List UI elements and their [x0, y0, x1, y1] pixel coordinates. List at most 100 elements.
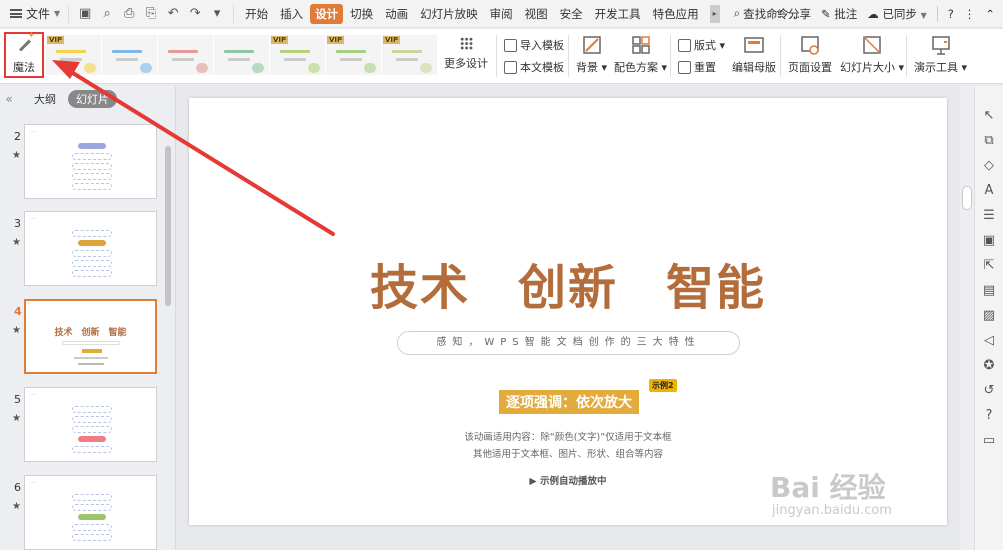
collapse-ribbon-icon[interactable]: ⌃ — [985, 7, 995, 21]
slide-thumbnail-2[interactable]: 2 ★ ··· — [0, 124, 160, 200]
redo-icon[interactable]: ↷ — [187, 6, 203, 22]
slide-panel-header: « 大纲 幻灯片 — [0, 86, 175, 112]
collapse-panel-icon[interactable]: « — [0, 92, 18, 106]
scrollbar-thumb[interactable] — [962, 186, 972, 210]
divider — [936, 6, 938, 22]
color-scheme-button[interactable]: 配色方案 ▾ — [614, 34, 667, 75]
template-thumbnail[interactable] — [158, 35, 214, 75]
magic-button[interactable]: 魔法 — [4, 31, 44, 78]
text-style-icon[interactable]: A — [981, 183, 997, 199]
template-thumbnail[interactable]: VIP — [46, 35, 102, 75]
history-icon[interactable]: ↺ — [981, 383, 997, 399]
format-painter-icon[interactable]: ⌕ — [99, 6, 115, 22]
image-icon[interactable]: ▣ — [981, 233, 997, 249]
template-accent — [224, 50, 254, 53]
slide-title[interactable]: 技术 创新 智能 — [189, 248, 947, 318]
tab-slides[interactable]: 幻灯片 — [68, 90, 117, 108]
slide-thumbnail-3[interactable]: 3 ★ ··· — [0, 211, 160, 287]
import-icon — [504, 38, 517, 52]
tab-outline[interactable]: 大纲 — [34, 91, 56, 107]
file-menu-label: 文件 — [26, 7, 51, 21]
vip-badge: VIP — [327, 36, 345, 44]
emphasis-label[interactable]: 逐项强调：依次放大 — [499, 390, 639, 414]
animation-star-icon: ★ — [12, 413, 21, 424]
more-tabs-icon[interactable]: ▸ — [709, 4, 720, 23]
animation-icon[interactable]: ✪ — [981, 358, 997, 374]
save-icon[interactable]: ▣ — [77, 6, 93, 22]
sync-button[interactable]: ☁ 已同步 ▼ — [867, 6, 926, 22]
description-line-1[interactable]: 该动画适用内容：除“颜色(文字)”仅适用于文本框 — [189, 429, 947, 443]
template-thumbnail[interactable] — [102, 35, 158, 75]
vip-badge: VIP — [47, 36, 65, 44]
description-line-2[interactable]: 其他适用于文本框、图片、形状、组合等内容 — [189, 446, 947, 460]
slide-preview: ··· — [24, 387, 157, 462]
print-preview-icon[interactable]: ⎘ — [143, 6, 159, 22]
page-setup-button[interactable]: 页面设置 — [788, 34, 832, 75]
file-menu[interactable]: 文件 ▼ — [0, 0, 68, 28]
archive-icon[interactable]: ▤ — [981, 283, 997, 299]
this-template-button[interactable]: 本文模板 — [504, 59, 564, 75]
tab-features[interactable]: 特色应用 — [648, 4, 704, 24]
tab-review[interactable]: 审阅 — [485, 4, 518, 24]
share-button[interactable]: ⇪ 分享 — [775, 6, 811, 22]
background-button[interactable]: 背景 ▾ — [576, 34, 607, 75]
settings-sliders-icon[interactable]: ☰ — [981, 208, 997, 224]
watermark: Bai 经验 jingyan.baidu.com — [770, 466, 892, 518]
layout-icon — [678, 38, 691, 52]
title-word-intelligence: 智能 — [666, 260, 767, 316]
slide-subtitle[interactable]: 感知，WPS智能文档创作的三大特性 — [397, 331, 740, 355]
shapes-icon[interactable]: ◇ — [981, 158, 997, 174]
template-thumbnail[interactable]: VIP — [326, 35, 382, 75]
slide-thumbnail-5[interactable]: 5 ★ ··· — [0, 387, 160, 463]
magic-label: 魔法 — [13, 61, 35, 74]
tab-animations[interactable]: 动画 — [380, 4, 413, 24]
template-icon — [504, 60, 517, 74]
picture-icon[interactable]: ▨ — [981, 308, 997, 324]
color-scheme-icon — [630, 34, 652, 56]
slide-thumbnail-6[interactable]: 6 ★ ··· — [0, 475, 160, 550]
customize-icon[interactable]: ▾ — [209, 6, 225, 22]
slide-canvas[interactable]: 技术 创新 智能 感知，WPS智能文档创作的三大特性 逐项强调：依次放大 示例2 该… — [189, 98, 947, 525]
import-template-button[interactable]: 导入模板 — [504, 37, 564, 53]
comment-button[interactable]: ✎ 批注 — [821, 6, 857, 22]
more-design-button[interactable]: 更多设计 — [442, 37, 490, 71]
reset-label: 重置 — [694, 61, 716, 74]
tab-view[interactable]: 视图 — [520, 4, 553, 24]
copy-style-icon[interactable]: ⧉ — [981, 133, 997, 149]
template-thumbnail[interactable]: VIP — [382, 35, 438, 75]
more-options-icon[interactable]: ⋮ — [964, 7, 976, 21]
slide-size-label: 幻灯片大小 ▾ — [840, 61, 905, 74]
tab-design[interactable]: 设计 — [310, 3, 344, 24]
template-thumbnail[interactable] — [214, 35, 270, 75]
tab-transitions[interactable]: 切换 — [345, 4, 378, 24]
export-icon[interactable]: ⇱ — [981, 258, 997, 274]
chat-icon[interactable]: ▭ — [981, 433, 997, 449]
slide-panel-scrollbar[interactable] — [165, 146, 171, 306]
edit-master-icon — [743, 34, 765, 56]
sound-icon[interactable]: ◁ — [981, 333, 997, 349]
divider — [670, 35, 671, 77]
tab-insert[interactable]: 插入 — [275, 4, 308, 24]
slide-size-button[interactable]: 幻灯片大小 ▾ — [840, 34, 904, 75]
tab-developer[interactable]: 开发工具 — [590, 4, 646, 24]
reset-button[interactable]: 重置 — [678, 59, 716, 75]
help-button[interactable]: ? — [948, 7, 954, 21]
preview-pill — [78, 436, 106, 442]
tab-home[interactable]: 开始 — [240, 4, 273, 24]
slide-thumbnail-4[interactable]: 4 ★ 技术 创新 智能 — [0, 299, 160, 375]
tab-security[interactable]: 安全 — [555, 4, 588, 24]
presentation-tools-button[interactable]: 演示工具 ▾ — [914, 34, 967, 75]
slide-preview: ··· — [24, 211, 157, 286]
undo-icon[interactable]: ↶ — [165, 6, 181, 22]
auto-play-label: 示例自动播放中 — [540, 476, 607, 487]
help-icon[interactable]: ? — [981, 408, 997, 424]
slide-number: 5 — [14, 393, 21, 406]
layout-button[interactable]: 版式 ▾ — [678, 37, 725, 53]
canvas-scrollbar[interactable] — [960, 86, 974, 550]
template-accent — [112, 50, 142, 53]
select-icon[interactable]: ↖ — [981, 108, 997, 124]
print-icon[interactable]: ⎙ — [121, 6, 137, 22]
tab-slideshow[interactable]: 幻灯片放映 — [415, 4, 483, 24]
template-thumbnail[interactable]: VIP — [270, 35, 326, 75]
edit-master-button[interactable]: 编辑母版 — [732, 34, 776, 75]
